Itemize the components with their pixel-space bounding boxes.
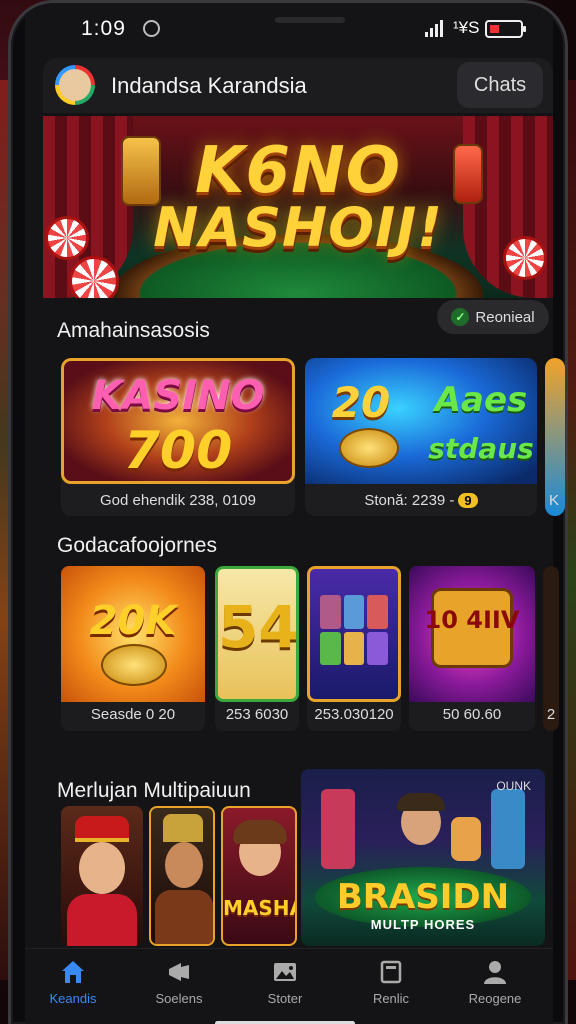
status-time: 1:09 (81, 17, 126, 40)
home-icon (62, 961, 84, 983)
game-card[interactable]: 20 Aaes stdaus Stonă: 2239 - 9 (305, 358, 537, 516)
coin-icon (101, 644, 167, 686)
game-card-caption: 253.030120 (314, 706, 394, 723)
game-card-art-title: Aaes (434, 380, 528, 420)
game-card-caption: K (549, 491, 560, 509)
game-card-art-title: 54 (218, 593, 299, 661)
game-card[interactable]: KASINO 700 God ehendik 238, 0109 (61, 358, 295, 516)
status-bar: 1:09 ¹¥S (25, 3, 553, 51)
game-card-badge: 9 (458, 492, 478, 508)
game-card-caption: Seasde 0 20 (90, 706, 176, 723)
check-icon: ✓ (451, 308, 470, 326)
chip-icon (69, 256, 119, 298)
megaphone-icon (169, 963, 189, 981)
chats-button[interactable]: Chats (457, 62, 543, 108)
game-card-art: 20K (61, 566, 205, 702)
nav-item-profile[interactable]: Reogene (445, 959, 545, 1006)
stack-icon (380, 960, 402, 984)
game-card-art-title: 20K (89, 598, 177, 644)
crown-icon (75, 816, 129, 842)
section-title: Godacafoojornes (57, 534, 217, 557)
game-card-art: 20 Aaes stdaus (305, 358, 537, 484)
nav-item-label: Reogene (468, 991, 522, 1006)
page-title: Indandsa Karandsia (111, 73, 307, 98)
hair-shape (233, 820, 287, 844)
player-card-title: MASHA (223, 896, 297, 920)
game-card-caption-text: Stonă: 2239 - (364, 491, 455, 509)
nav-item-label: Keandis (49, 991, 97, 1006)
player-card[interactable]: MASHA (221, 806, 297, 946)
player-card[interactable] (61, 806, 143, 946)
mascot-icon (451, 817, 481, 861)
game-card[interactable]: 54 253 6030 (215, 566, 299, 731)
nav-item-home[interactable]: Keandis (23, 959, 123, 1006)
game-card-art: KASINO 700 (61, 358, 295, 484)
speaker-notch (275, 17, 345, 23)
section-action-button[interactable]: ✓ Reonieal (437, 300, 549, 334)
app-header: Indandsa Karandsia Chats (43, 58, 553, 113)
hero-banner[interactable]: K6NO NASHOIJ! (43, 116, 553, 298)
nav-item-soelens[interactable]: Soelens (129, 959, 229, 1006)
section-action-label: Reonieal (475, 308, 535, 326)
avatar[interactable] (55, 65, 95, 105)
featured-title: BRASIDN (336, 877, 510, 917)
featured-corner-label: OUNK (496, 779, 531, 793)
person-icon (484, 961, 506, 984)
game-card[interactable]: 10 4IIV 50 60.60 (409, 566, 535, 731)
game-card-caption: God ehendik 238, 0109 (100, 491, 256, 509)
photo-icon (274, 963, 296, 981)
slot-machine-icon (321, 789, 355, 869)
slot-machine-icon (491, 789, 525, 869)
battery-icon (485, 20, 526, 38)
body-shape (155, 890, 213, 944)
avatar (79, 842, 125, 894)
nav-item-stoter[interactable]: Stoter (235, 959, 335, 1006)
coin-icon (339, 428, 399, 468)
nav-item-renlic[interactable]: Renlic (341, 959, 441, 1006)
notification-icon (143, 20, 160, 37)
section-title: Merlujan Multipaiuun (57, 779, 251, 802)
hat-icon (163, 814, 203, 842)
game-card-art-title: KASINO (91, 373, 265, 419)
game-card-partial[interactable]: 2 (543, 566, 559, 731)
featured-subtitle: MULTP HORES (370, 917, 476, 932)
phone-frame: 1:09 ¹¥S Indandsa Karandsia Chats K6NO N… (8, 0, 568, 1024)
game-card-caption: 253 6030 (225, 706, 289, 723)
nav-item-label: Renlic (372, 991, 410, 1006)
featured-game-card[interactable]: OUNK BRASIDN MULTP HORES (301, 769, 545, 946)
hero-title-line2: NASHOIJ! (153, 196, 443, 259)
game-card-art: 54 (215, 566, 299, 702)
game-card-partial[interactable]: K (545, 358, 565, 516)
signal-icon (425, 19, 443, 37)
network-label: ¹¥S (453, 18, 480, 37)
game-card-caption: 50 60.60 (442, 706, 502, 723)
hair-shape (397, 793, 445, 811)
game-card-art: 10 4IIV (409, 566, 535, 702)
game-card-art-title: 10 4IIV (424, 606, 520, 634)
slot-reels (320, 595, 388, 665)
dress-shape (67, 894, 137, 946)
bottom-nav: Keandis Soelens Stoter Renlic Reogene (25, 948, 553, 1024)
game-card[interactable]: 253.030120 (307, 566, 401, 731)
section-title: Amahainsasosis (57, 319, 210, 342)
game-card[interactable]: 20K Seasde 0 20 (61, 566, 205, 731)
avatar (165, 842, 203, 888)
game-card-caption: Stonă: 2239 - 9 (305, 484, 537, 516)
game-card-art (307, 566, 401, 702)
app-screen: 1:09 ¹¥S Indandsa Karandsia Chats K6NO N… (25, 3, 565, 1024)
nav-item-label: Soelens (155, 991, 203, 1006)
player-card[interactable] (149, 806, 215, 946)
nav-item-label: Stoter (267, 991, 303, 1006)
game-card-art-number: 700 (123, 421, 233, 481)
game-card-caption: 2 (546, 706, 556, 723)
